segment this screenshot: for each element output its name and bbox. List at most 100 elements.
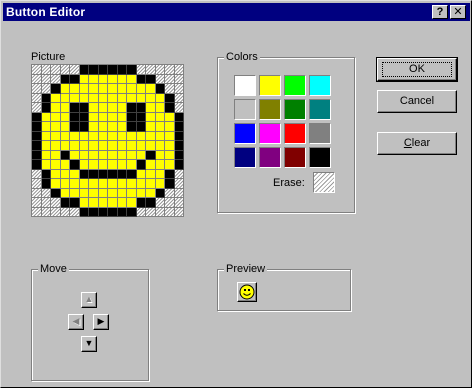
pixel-cell[interactable] (89, 65, 99, 75)
pixel-cell[interactable] (146, 169, 156, 179)
pixel-cell[interactable] (79, 188, 89, 198)
pixel-cell[interactable] (127, 93, 137, 103)
pixel-cell[interactable] (127, 122, 137, 132)
pixel-cell[interactable] (32, 169, 42, 179)
pixel-cell[interactable] (60, 131, 70, 141)
pixel-cell[interactable] (70, 160, 80, 170)
color-swatch[interactable] (259, 147, 281, 168)
pixel-cell[interactable] (51, 93, 61, 103)
pixel-cell[interactable] (32, 131, 42, 141)
pixel-cell[interactable] (108, 103, 118, 113)
pixel-cell[interactable] (89, 207, 99, 217)
pixel-cell[interactable] (127, 198, 137, 208)
pixel-cell[interactable] (108, 169, 118, 179)
pixel-cell[interactable] (60, 150, 70, 160)
pixel-cell[interactable] (174, 103, 184, 113)
pixel-cell[interactable] (155, 207, 165, 217)
pixel-cell[interactable] (89, 84, 99, 94)
pixel-cell[interactable] (79, 84, 89, 94)
pixel-cell[interactable] (79, 112, 89, 122)
pixel-cell[interactable] (41, 179, 51, 189)
pixel-cell[interactable] (79, 179, 89, 189)
pixel-cell[interactable] (98, 65, 108, 75)
pixel-cell[interactable] (174, 160, 184, 170)
pixel-cell[interactable] (41, 141, 51, 151)
pixel-cell[interactable] (70, 112, 80, 122)
pixel-cell[interactable] (155, 74, 165, 84)
pixel-cell[interactable] (155, 131, 165, 141)
pixel-cell[interactable] (32, 122, 42, 132)
pixel-cell[interactable] (136, 198, 146, 208)
erase-swatch[interactable] (313, 172, 335, 193)
pixel-cell[interactable] (136, 188, 146, 198)
pixel-cell[interactable] (108, 131, 118, 141)
pixel-cell[interactable] (41, 122, 51, 132)
move-down-button[interactable]: ▼ (81, 336, 97, 352)
pixel-cell[interactable] (117, 207, 127, 217)
pixel-cell[interactable] (174, 112, 184, 122)
pixel-cell[interactable] (89, 179, 99, 189)
pixel-cell[interactable] (127, 65, 137, 75)
pixel-cell[interactable] (174, 84, 184, 94)
pixel-cell[interactable] (70, 84, 80, 94)
pixel-cell[interactable] (70, 103, 80, 113)
pixel-cell[interactable] (117, 169, 127, 179)
pixel-cell[interactable] (155, 150, 165, 160)
pixel-cell[interactable] (60, 179, 70, 189)
pixel-cell[interactable] (89, 112, 99, 122)
pixel-cell[interactable] (98, 160, 108, 170)
pixel-cell[interactable] (155, 188, 165, 198)
pixel-cell[interactable] (174, 93, 184, 103)
pixel-cell[interactable] (165, 198, 175, 208)
pixel-cell[interactable] (146, 179, 156, 189)
color-swatch[interactable] (259, 123, 281, 144)
pixel-cell[interactable] (165, 160, 175, 170)
pixel-cell[interactable] (155, 179, 165, 189)
pixel-cell[interactable] (127, 188, 137, 198)
color-swatch[interactable] (284, 75, 306, 96)
color-swatch[interactable] (309, 147, 331, 168)
pixel-cell[interactable] (89, 93, 99, 103)
pixel-cell[interactable] (165, 84, 175, 94)
pixel-cell[interactable] (79, 131, 89, 141)
pixel-cell[interactable] (174, 179, 184, 189)
pixel-cell[interactable] (174, 188, 184, 198)
pixel-cell[interactable] (51, 122, 61, 132)
pixel-cell[interactable] (79, 122, 89, 132)
color-swatch[interactable] (309, 99, 331, 120)
pixel-cell[interactable] (174, 150, 184, 160)
pixel-cell[interactable] (136, 103, 146, 113)
pixel-cell[interactable] (136, 207, 146, 217)
pixel-cell[interactable] (79, 160, 89, 170)
pixel-cell[interactable] (89, 160, 99, 170)
pixel-cell[interactable] (155, 103, 165, 113)
pixel-cell[interactable] (165, 188, 175, 198)
pixel-cell[interactable] (89, 74, 99, 84)
pixel-cell[interactable] (136, 131, 146, 141)
pixel-cell[interactable] (165, 150, 175, 160)
pixel-cell[interactable] (155, 169, 165, 179)
pixel-cell[interactable] (41, 131, 51, 141)
pixel-cell[interactable] (127, 112, 137, 122)
pixel-cell[interactable] (117, 112, 127, 122)
pixel-cell[interactable] (117, 131, 127, 141)
pixel-cell[interactable] (108, 198, 118, 208)
pixel-cell[interactable] (146, 84, 156, 94)
pixel-cell[interactable] (60, 74, 70, 84)
pixel-cell[interactable] (165, 169, 175, 179)
pixel-cell[interactable] (108, 179, 118, 189)
pixel-cell[interactable] (60, 103, 70, 113)
pixel-cell[interactable] (70, 179, 80, 189)
pixel-cell[interactable] (70, 198, 80, 208)
pixel-cell[interactable] (127, 160, 137, 170)
pixel-cell[interactable] (51, 74, 61, 84)
pixel-cell[interactable] (146, 141, 156, 151)
clear-button[interactable]: Clear (377, 132, 457, 155)
pixel-cell[interactable] (41, 188, 51, 198)
pixel-cell[interactable] (117, 122, 127, 132)
pixel-cell[interactable] (117, 188, 127, 198)
pixel-cell[interactable] (127, 150, 137, 160)
pixel-cell[interactable] (32, 160, 42, 170)
picture-grid[interactable] (31, 64, 184, 217)
pixel-cell[interactable] (89, 141, 99, 151)
